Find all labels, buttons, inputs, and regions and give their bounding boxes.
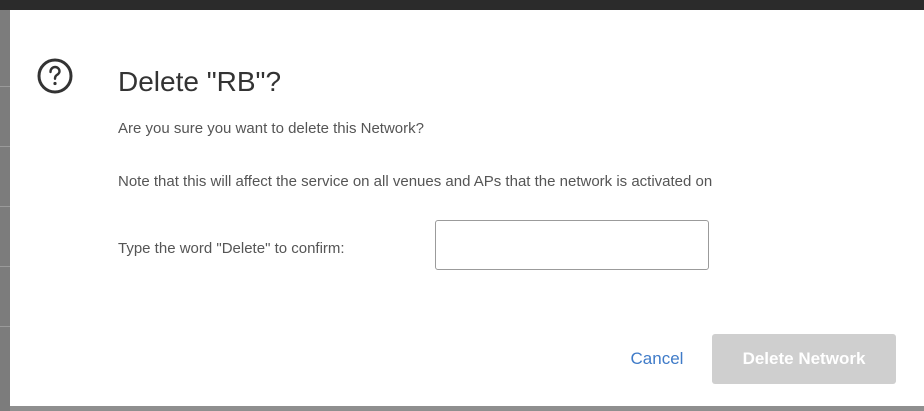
confirmation-question: Are you sure you want to delete this Net… xyxy=(118,120,424,137)
background-divider xyxy=(0,146,10,147)
background-divider xyxy=(0,206,10,207)
dialog-bottom-backdrop xyxy=(10,406,924,411)
confirm-field-label: Type the word "Delete" to confirm: xyxy=(118,240,345,257)
background-divider xyxy=(0,86,10,87)
delete-confirm-input[interactable] xyxy=(435,220,709,270)
window-top-bar xyxy=(0,0,924,10)
warning-note: Note that this will affect the service o… xyxy=(118,173,713,190)
delete-network-button[interactable]: Delete Network xyxy=(712,334,896,384)
question-circle-icon xyxy=(37,58,73,94)
dialog-title: Delete "RB"? xyxy=(118,66,282,97)
cancel-button[interactable]: Cancel xyxy=(614,347,700,371)
background-divider xyxy=(0,266,10,267)
background-page-edge xyxy=(0,10,10,411)
background-divider xyxy=(0,326,10,327)
